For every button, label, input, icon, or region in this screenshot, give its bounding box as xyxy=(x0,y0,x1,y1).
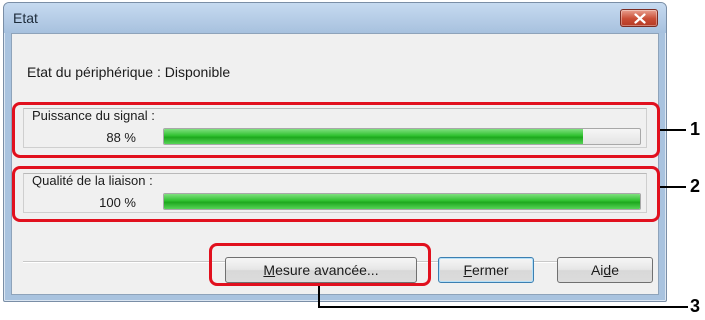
callout-number-3: 3 xyxy=(690,296,701,316)
callout-number-1: 1 xyxy=(690,119,701,139)
callout-line-3-horizontal xyxy=(318,306,688,308)
callout-line-1 xyxy=(660,129,686,131)
link-quality-highlight xyxy=(12,166,660,222)
advanced-button-highlight xyxy=(209,243,431,286)
device-status-text: Etat du périphérique : Disponible xyxy=(27,64,231,80)
callout-line-2 xyxy=(660,186,686,188)
callout-number-2: 2 xyxy=(690,176,701,196)
signal-strength-highlight xyxy=(12,102,660,158)
window-title: Etat xyxy=(13,10,38,26)
close-button[interactable]: Fermer xyxy=(438,257,534,283)
help-button[interactable]: Aide xyxy=(557,257,653,283)
callout-line-3-vertical xyxy=(318,286,320,308)
title-bar[interactable]: Etat xyxy=(4,3,666,33)
close-icon xyxy=(634,13,646,24)
close-window-button[interactable] xyxy=(620,9,658,27)
